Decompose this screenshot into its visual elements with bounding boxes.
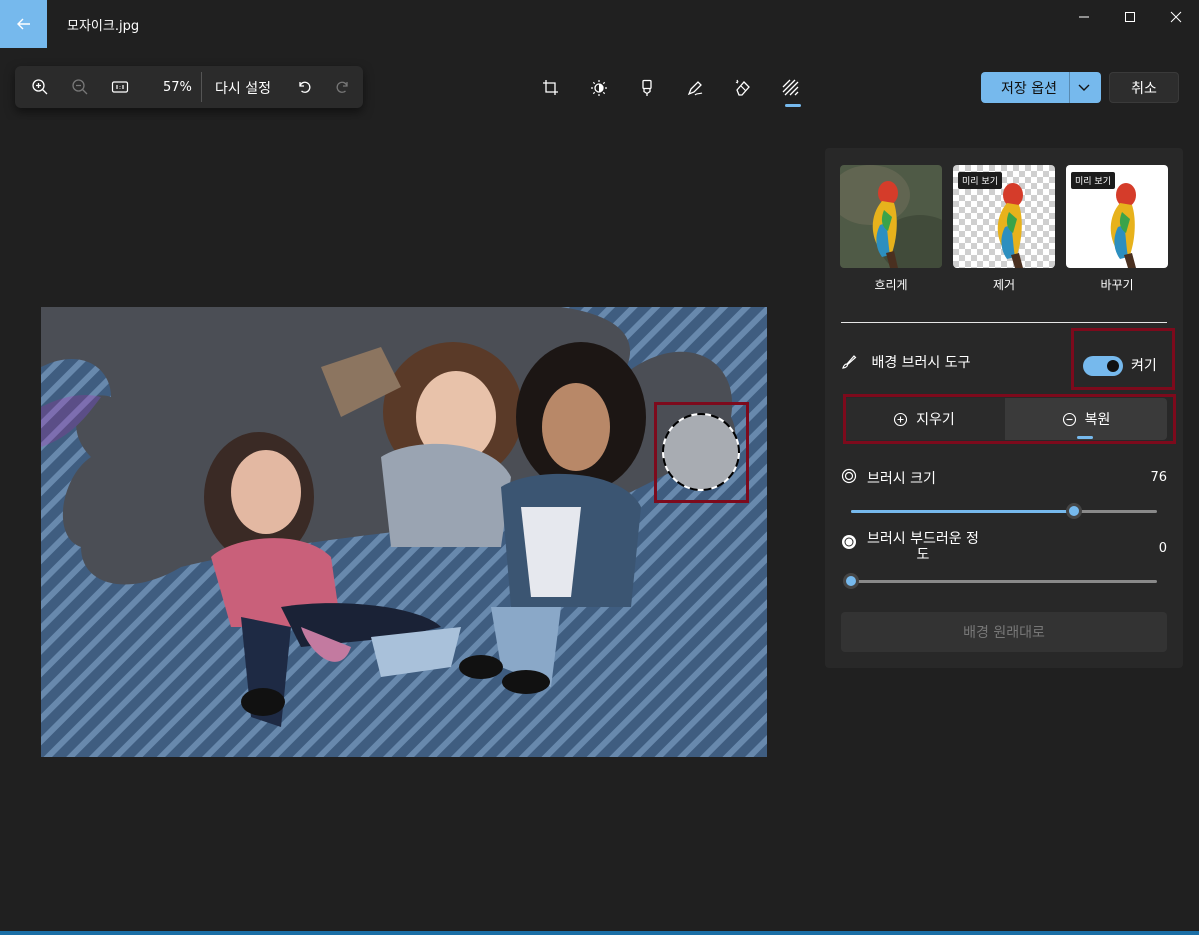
title-bar: 모자이크.jpg <box>0 0 1199 48</box>
back-button[interactable] <box>0 0 47 48</box>
maximize-button[interactable] <box>1107 0 1153 34</box>
zoom-out-button[interactable] <box>67 74 93 100</box>
erase-tool-button[interactable] <box>729 74 757 102</box>
brush-icon <box>842 355 857 369</box>
redo-icon <box>336 81 348 93</box>
zoom-toolbar: 57% 다시 설정 <box>15 66 363 108</box>
redo-button[interactable] <box>330 74 356 100</box>
brush-size-row: 브러시 크기 <box>841 468 936 488</box>
edited-photo[interactable] <box>41 307 767 757</box>
replace-mode-thumbnail[interactable]: 미리 보기 <box>1066 165 1168 268</box>
back-arrow-icon <box>16 18 30 30</box>
brush-tool-label: 배경 브러시 도구 <box>871 355 971 371</box>
actual-size-icon <box>111 81 129 93</box>
brightness-icon <box>591 80 607 96</box>
panel-divider <box>841 322 1167 323</box>
brush-size-icon <box>841 468 857 484</box>
brush-tool-row: 배경 브러시 도구 <box>841 352 971 372</box>
brush-softness-icon <box>842 535 856 549</box>
active-tool-indicator <box>785 104 801 107</box>
brush-size-value: 76 <box>1150 470 1167 485</box>
toolbar-divider <box>201 72 202 102</box>
adjust-tool-button[interactable] <box>585 74 613 102</box>
reset-background-button[interactable]: 배경 원래대로 <box>841 612 1167 652</box>
brush-softness-slider[interactable] <box>843 573 1157 589</box>
background-tool-button[interactable] <box>777 74 805 102</box>
brush-softness-label: 브러시 부드러운 정 도 <box>867 531 979 563</box>
close-button[interactable] <box>1153 0 1199 34</box>
brush-softness-slider-thumb[interactable] <box>843 573 859 589</box>
brush-size-slider-fill <box>851 510 1075 513</box>
blur-mode-thumbnail[interactable] <box>840 165 942 268</box>
brush-softness-row: 브러시 부드러운 정 도 <box>841 531 979 563</box>
close-icon <box>1170 11 1182 23</box>
preview-badge: 미리 보기 <box>958 172 1002 189</box>
actual-size-button[interactable] <box>107 74 133 100</box>
background-icon <box>782 79 799 96</box>
remove-mode-label: 제거 <box>992 278 1016 292</box>
save-options-label: 저장 옵션 <box>1001 80 1057 97</box>
mode-control-highlight <box>843 394 1176 444</box>
zoom-in-button[interactable] <box>27 74 53 100</box>
brush-softness-label-line1: 브러시 부드러운 정 <box>867 531 979 547</box>
brush-softness-value: 0 <box>1158 541 1167 556</box>
zoom-in-icon <box>32 79 48 95</box>
file-name: 모자이크.jpg <box>67 19 140 34</box>
brush-size-slider-thumb[interactable] <box>1066 503 1083 519</box>
brush-cursor-highlight <box>654 402 749 503</box>
marker-icon <box>642 79 652 96</box>
brush-softness-label-line2: 도 <box>916 547 930 563</box>
bottom-accent-line <box>0 931 1199 935</box>
minimize-icon <box>1079 16 1089 18</box>
brush-size-slider[interactable] <box>851 503 1157 519</box>
save-split-divider <box>1069 72 1070 103</box>
cancel-button[interactable]: 취소 <box>1109 72 1179 103</box>
crop-icon <box>543 80 558 95</box>
chevron-down-icon[interactable] <box>1077 80 1091 94</box>
replace-mode-label: 바꾸기 <box>1100 278 1134 292</box>
save-options-button[interactable]: 저장 옵션 <box>981 72 1101 103</box>
maximize-icon <box>1125 12 1135 22</box>
zoom-level: 57% <box>163 80 192 95</box>
minimize-button[interactable] <box>1061 0 1107 34</box>
blur-mode-label: 흐리게 <box>874 278 908 292</box>
remove-mode-thumbnail[interactable]: 미리 보기 <box>953 165 1055 268</box>
crop-tool-button[interactable] <box>537 74 565 102</box>
preview-badge: 미리 보기 <box>1071 172 1115 189</box>
brush-size-label: 브러시 크기 <box>867 471 936 487</box>
pen-icon <box>687 81 703 96</box>
undo-button[interactable] <box>291 74 317 100</box>
reset-button[interactable]: 다시 설정 <box>215 78 271 98</box>
undo-icon <box>299 81 311 93</box>
filter-tool-button[interactable] <box>633 74 661 102</box>
eraser-icon <box>735 79 750 96</box>
photo-illustration <box>41 307 767 757</box>
markup-tool-button[interactable] <box>681 74 709 102</box>
zoom-out-icon <box>72 79 88 95</box>
parrot-blur-image <box>840 165 942 268</box>
toggle-highlight <box>1071 328 1175 390</box>
